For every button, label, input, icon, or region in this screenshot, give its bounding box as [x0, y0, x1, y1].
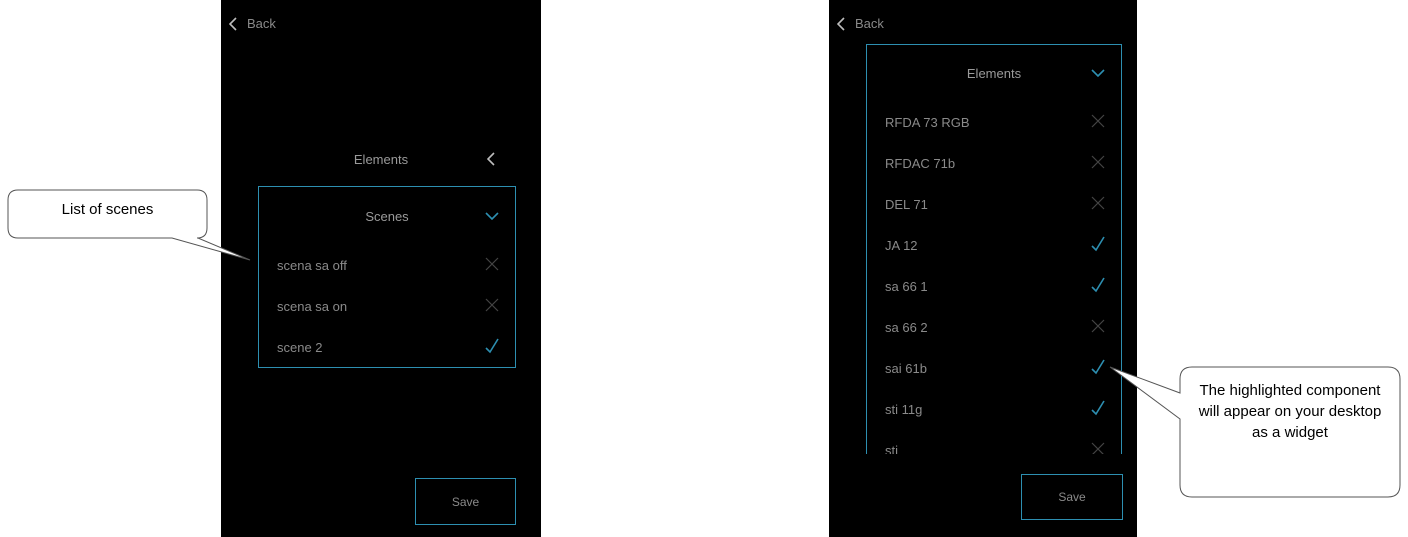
- list-item-label: scene 2: [277, 339, 323, 355]
- save-button[interactable]: Save: [1021, 474, 1123, 520]
- save-label: Save: [451, 494, 480, 509]
- list-item[interactable]: sti 11g: [867, 389, 1121, 429]
- list-item-label: scena sa off: [277, 257, 347, 273]
- widget-callout-text: The highlighted component will appear on…: [1198, 382, 1382, 441]
- elements-panel: Elements RFDA 73 RGB RFDAC 71b DEL 71 JA 12…: [866, 44, 1122, 454]
- chevron-left-icon[interactable]: [487, 152, 495, 166]
- back-label: Back: [247, 16, 276, 31]
- scenes-header[interactable]: Scenes: [259, 196, 515, 236]
- list-item[interactable]: scena sa on: [259, 286, 515, 326]
- list-item-label: DEL 71: [885, 196, 928, 212]
- elements-header[interactable]: Elements: [221, 139, 541, 179]
- list-item-label: RFDA 73 RGB: [885, 114, 970, 130]
- back-button[interactable]: Back: [837, 16, 884, 31]
- list-item-label: sa 66 2: [885, 319, 928, 335]
- list-item[interactable]: JA 12: [867, 225, 1121, 265]
- elements-screen: Back Elements RFDA 73 RGB RFDAC 71b DEL 71…: [829, 0, 1137, 537]
- list-item[interactable]: sai 61b: [867, 348, 1121, 388]
- list-item[interactable]: DEL 71: [867, 184, 1121, 224]
- callout-shapes: [7, 189, 1401, 498]
- list-item[interactable]: RFDAC 71b: [867, 143, 1121, 183]
- check-icon[interactable]: [1091, 236, 1105, 255]
- list-item-toggle[interactable]: [1091, 319, 1121, 336]
- scenes-callout-text: List of scenes: [61, 201, 154, 218]
- list-item-toggle[interactable]: [1091, 236, 1121, 255]
- cross-icon[interactable]: [1091, 319, 1105, 336]
- list-item-label: sai 61b: [885, 360, 927, 376]
- scenes-panel: Scenes scena sa off scena sa on scene 2: [258, 186, 516, 368]
- list-item-label: RFDAC 71b: [885, 155, 956, 171]
- list-item-toggle[interactable]: [485, 338, 515, 357]
- list-item-label: JA 12: [885, 237, 918, 253]
- chevron-down-icon[interactable]: [485, 212, 499, 220]
- list-item-toggle[interactable]: [1091, 155, 1121, 172]
- back-label: Back: [855, 16, 884, 31]
- cross-icon[interactable]: [1091, 155, 1105, 172]
- check-icon[interactable]: [1091, 400, 1105, 419]
- back-button[interactable]: Back: [229, 16, 276, 31]
- list-item-label: scena sa on: [277, 298, 348, 314]
- list-item[interactable]: RFDA 73 RGB: [867, 102, 1121, 142]
- list-item-toggle[interactable]: [1091, 196, 1121, 213]
- check-icon[interactable]: [1091, 277, 1105, 296]
- scenes-header-label: Scenes: [365, 208, 409, 224]
- list-item-toggle[interactable]: [1091, 400, 1121, 419]
- list-item[interactable]: sti: [867, 430, 1121, 454]
- list-item-toggle[interactable]: [1091, 114, 1121, 131]
- chevron-left-icon: [229, 16, 237, 31]
- list-item-toggle[interactable]: [1091, 359, 1121, 378]
- list-item-label: sa 66 1: [885, 278, 928, 294]
- list-item-label: sti 11g: [885, 401, 923, 417]
- list-item-toggle[interactable]: [1091, 277, 1121, 296]
- list-item[interactable]: sa 66 1: [867, 266, 1121, 306]
- cross-icon[interactable]: [1091, 196, 1105, 213]
- list-item[interactable]: scene 2: [259, 327, 515, 367]
- list-item-toggle[interactable]: [1091, 442, 1121, 454]
- cross-icon[interactable]: [1091, 442, 1105, 454]
- list-item[interactable]: sa 66 2: [867, 307, 1121, 347]
- check-icon[interactable]: [1091, 359, 1105, 378]
- list-item-toggle[interactable]: [485, 298, 515, 315]
- save-label: Save: [1058, 490, 1086, 504]
- scenes-screen: Back Elements Scenes scena sa off scena s…: [221, 0, 541, 537]
- list-item[interactable]: scena sa off: [259, 245, 515, 285]
- elements-label: Elements: [353, 151, 409, 167]
- cross-icon[interactable]: [485, 257, 499, 274]
- check-icon[interactable]: [485, 338, 499, 357]
- save-button[interactable]: Save: [415, 478, 516, 525]
- list-item-label: sti: [885, 442, 898, 455]
- cross-icon[interactable]: [485, 298, 499, 315]
- list-item-toggle[interactable]: [485, 257, 515, 274]
- chevron-left-icon: [837, 16, 845, 31]
- cross-icon[interactable]: [1091, 114, 1105, 131]
